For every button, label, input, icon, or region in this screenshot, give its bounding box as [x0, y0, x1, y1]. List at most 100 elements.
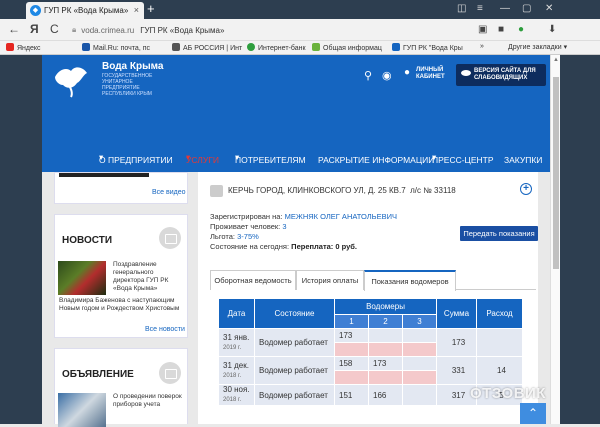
submit-readings-button[interactable]: Передать показания [460, 226, 538, 241]
account-address: Керчь город, Клинковского ул, д. 25 кв.7… [228, 186, 456, 195]
tab-title: ГУП РК «Вода Крыма» [44, 6, 129, 15]
ads-heading: Объявление [62, 369, 134, 380]
meter-1-cell [334, 342, 369, 357]
browser-menu-icon[interactable]: ◫ [457, 3, 466, 14]
back-icon[interactable]: ← [8, 22, 20, 36]
accessibility-label: Версия сайта для слабовидящих [474, 68, 536, 81]
all-video-link[interactable]: Все видео [152, 189, 186, 196]
all-news-link[interactable]: Все новости [145, 326, 185, 333]
close-window-icon[interactable]: ✕ [545, 3, 553, 14]
bank2-icon [247, 43, 255, 51]
tab-turnover[interactable]: Оборотная ведомость [210, 270, 296, 290]
logo-title: Вода Крыма [102, 61, 164, 72]
vodakryma-icon [392, 43, 400, 51]
cabinet-link[interactable]: Личный кабинет [416, 67, 452, 81]
news-card: Новости Поздравление генерального директ… [54, 214, 188, 338]
ad-image[interactable] [58, 393, 106, 427]
bookmark-item[interactable]: Яндекс [6, 43, 41, 52]
url-page-title: ГУП РК «Вода Крыма» [140, 25, 225, 35]
col-flow: Расход [476, 298, 523, 329]
scroll-up-arrow-icon[interactable]: ▲ [553, 57, 559, 63]
news-image[interactable] [58, 261, 106, 295]
meter-3-value [402, 356, 437, 371]
browser-tab[interactable]: ◆ ГУП РК «Вода Крыма» × [26, 2, 144, 19]
nav-consumers[interactable]: Потребителям ▾ [235, 152, 306, 165]
account-info: Зарегистрирован на: МЕЖНЯК ОЛЕГ АНАТОЛЬЕ… [210, 212, 398, 251]
ads-icon [159, 362, 181, 384]
meter-2-value: 166 [368, 384, 403, 406]
bookmark-item[interactable]: Интернет-банк [247, 43, 306, 52]
tab-strip: ◆ ГУП РК «Вода Крыма» × + ◫ ≡ — ▢ ✕ [0, 0, 600, 19]
nav-about[interactable]: О предприятии ▾ [99, 152, 173, 165]
bookmarks-more[interactable]: » [480, 43, 484, 50]
page-margin-right [560, 55, 600, 424]
news-item-title-cont[interactable]: Владимира Баженова с наступающим Новым г… [59, 297, 185, 313]
download-icon[interactable]: ⬇ [548, 24, 556, 35]
bookmark-item[interactable]: ГУП РК "Вода Кры [392, 43, 463, 52]
bookmark-item[interactable]: Общая информац [312, 43, 382, 52]
meter-1-value: 151 [334, 384, 369, 406]
lifebuoy-icon[interactable]: ◉ [382, 69, 392, 82]
logo-crimea-icon[interactable] [51, 59, 91, 99]
meter-1-value: 158 [334, 356, 369, 371]
watermark: ОТЗОВИК [470, 385, 546, 402]
bookmark-item[interactable]: Mail.Ru: почта, пс [82, 43, 150, 52]
meter-3-cell [402, 342, 437, 357]
col-state: Состояние [254, 298, 335, 329]
url-domain: voda.crimea.ru [81, 25, 135, 35]
meter-3-cell [402, 370, 437, 385]
ad-item-title[interactable]: О проведении поверок приборов учета [113, 393, 183, 409]
news-heading: Новости [62, 235, 113, 246]
bookmark-icon[interactable]: ■ [498, 24, 504, 35]
row-date: 31 янв. 2019 г. [218, 328, 255, 357]
address-bar[interactable]: 🔒︎ voda.crimea.ru ГУП РК «Вода Крыма» [72, 22, 472, 38]
meter-2-cell [368, 370, 403, 385]
bank-icon [172, 43, 180, 51]
search-icon[interactable]: ⚲ [364, 69, 372, 82]
meter-2-value [368, 328, 403, 343]
row-flow: 14 [476, 356, 523, 385]
logo-subtitle: Государственное унитарное предприятие Ре… [102, 73, 153, 97]
balance-value: Переплата: 0 руб. [291, 242, 358, 251]
page-scrollbar[interactable]: ▲ [550, 55, 560, 424]
table-row: 31 янв. 2019 г. Водомер работает 173 173 [218, 328, 523, 357]
news-item-title[interactable]: Поздравление генерального директора ГУП … [113, 261, 183, 293]
hamburger-menu-icon[interactable]: ≡ [477, 3, 483, 14]
add-account-icon[interactable]: + [520, 183, 532, 195]
user-icon[interactable]: ● [404, 67, 410, 78]
site-info-icon[interactable]: 🔒︎ [72, 25, 76, 35]
row-sum: 173 [436, 328, 477, 357]
col-meter-3: 3 [402, 313, 437, 330]
meter-3-value [402, 384, 437, 406]
account-number: л/с № 33118 [410, 186, 456, 195]
accessibility-version-button[interactable]: Версия сайта для слабовидящих [456, 64, 546, 86]
row-flow [476, 328, 523, 357]
minimize-icon[interactable]: — [500, 3, 510, 14]
col-sum: Сумма [436, 298, 477, 329]
scroll-to-top-button[interactable]: ⌃ [520, 403, 546, 424]
main-nav: О предприятии ▾ Услуги ▾ Потребителям ▾ … [99, 152, 543, 165]
table-row: 31 дек. 2018 г. Водомер работает 158 173 … [218, 356, 523, 385]
site-header: Вода Крыма Государственное унитарное пре… [42, 55, 550, 172]
yandex-icon [6, 43, 14, 51]
maximize-icon[interactable]: ▢ [522, 3, 531, 14]
address-row: Керчь город, Клинковского ул, д. 25 кв.7… [210, 183, 532, 200]
meter-1-cell [334, 370, 369, 385]
eye-icon [461, 70, 471, 76]
reader-icon[interactable]: ▣ [478, 24, 487, 35]
scrollbar-thumb[interactable] [553, 77, 559, 269]
other-bookmarks[interactable]: Другие закладки ▾ [508, 43, 567, 51]
bookmark-item[interactable]: АБ РОССИЯ | Инт [172, 43, 242, 52]
ads-card: Объявление О проведении поверок приборов… [54, 348, 188, 427]
video-thumbnail [59, 173, 149, 177]
nav-press[interactable]: Пресс-центр ▾ [432, 152, 494, 165]
tab-close-icon[interactable]: × [134, 5, 139, 15]
extension-icon[interactable]: ● [518, 24, 524, 35]
row-date: 31 дек. 2018 г. [218, 356, 255, 385]
tab-payment-history[interactable]: История оплаты [296, 270, 364, 290]
nav-services[interactable]: Услуги ▾ [186, 152, 219, 165]
reload-icon[interactable]: C [50, 22, 59, 36]
tab-meter-readings[interactable]: Показания водомеров [364, 270, 456, 291]
yandex-home-icon[interactable]: Я [30, 22, 39, 36]
new-tab-button[interactable]: + [147, 2, 155, 16]
